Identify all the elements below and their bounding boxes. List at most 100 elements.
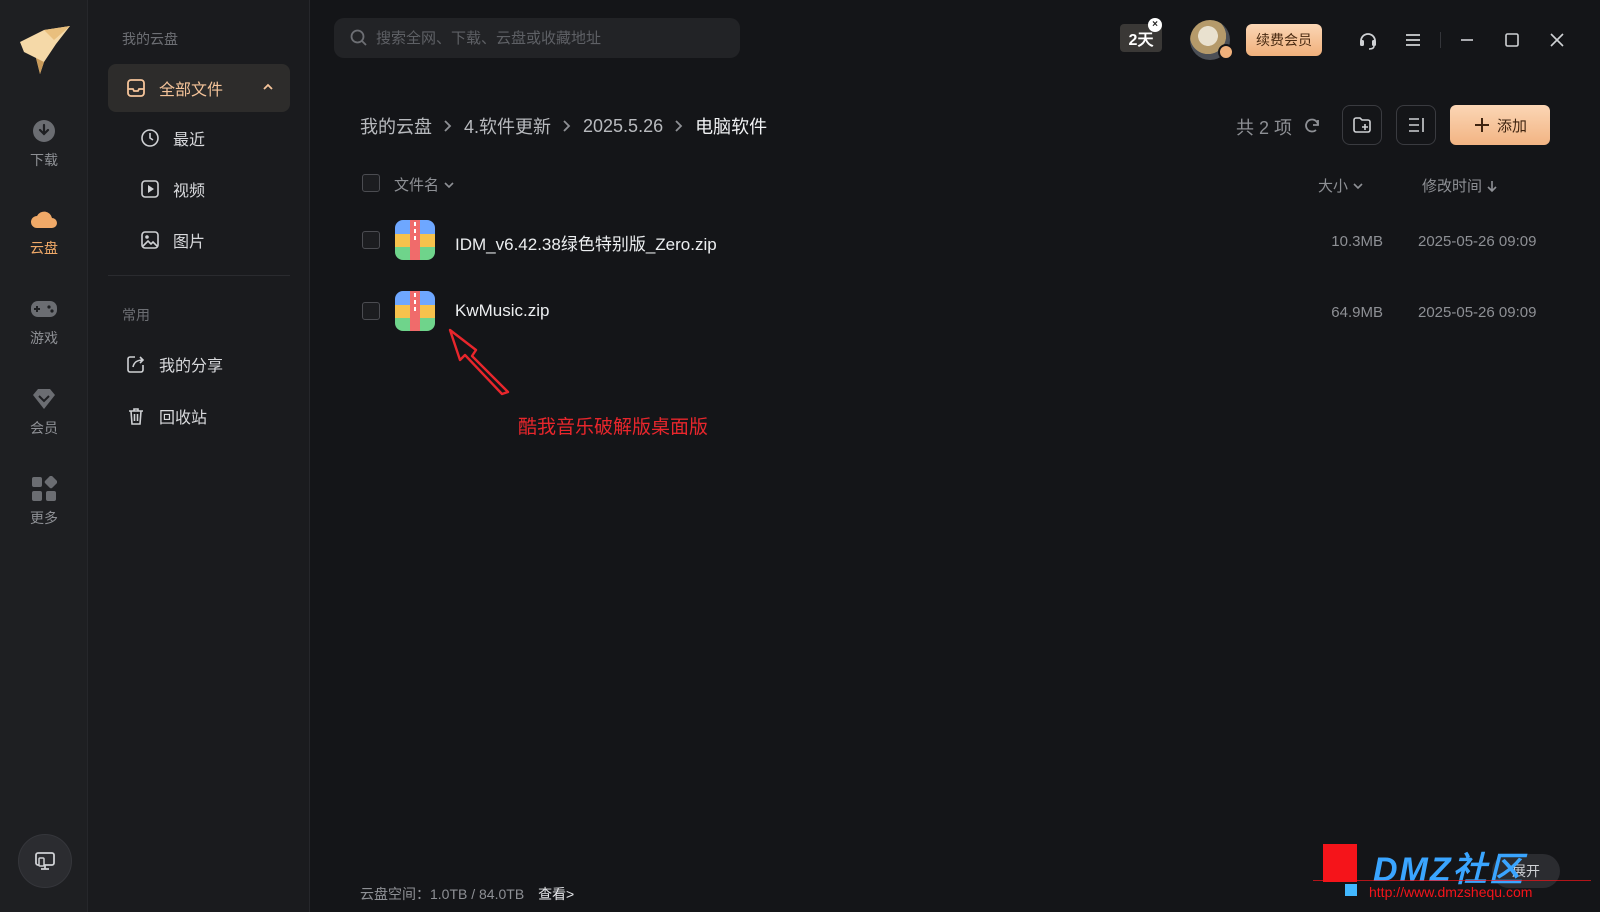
left-rail: 下载 云盘 游戏 会员 更多 — [0, 0, 88, 912]
minimize-icon — [1461, 39, 1473, 41]
maximize-button[interactable] — [1500, 28, 1524, 52]
item-count: 共 2 项 — [1236, 118, 1293, 138]
sort-view-button[interactable] — [1396, 105, 1436, 145]
chevron-right-icon — [674, 119, 684, 133]
nav-item-label: 图片 — [173, 234, 206, 251]
download-icon — [29, 116, 59, 146]
nav-divider — [108, 275, 290, 276]
minimize-button[interactable] — [1455, 28, 1479, 52]
vip-badge-icon — [1218, 44, 1234, 60]
annotation-arrow-icon — [448, 328, 510, 396]
file-modified: 2025-05-26 09:09 — [1418, 304, 1537, 321]
rail-label: 云盘 — [30, 240, 58, 256]
clock-icon — [139, 127, 161, 149]
annotation-text: 酷我音乐破解版桌面版 — [518, 417, 709, 438]
app-logo-icon — [20, 26, 70, 74]
watermark-logo-red — [1323, 844, 1357, 882]
view-storage-link[interactable]: 查看> — [538, 886, 574, 902]
nav-item-video[interactable]: 视频 — [108, 165, 290, 213]
nav-item-all-files[interactable]: 全部文件 — [108, 64, 290, 112]
image-icon — [139, 229, 161, 251]
chevron-down-icon — [444, 181, 454, 188]
breadcrumb-current: 电脑软件 — [695, 117, 768, 137]
chevron-up-icon — [263, 83, 273, 90]
section-title-cloud: 我的云盘 — [122, 31, 178, 47]
column-header-label: 大小 — [1318, 178, 1349, 195]
row-checkbox[interactable] — [362, 302, 380, 320]
breadcrumb-item[interactable]: 4.软件更新 — [464, 113, 551, 139]
diamond-icon — [29, 384, 59, 414]
list-sort-icon — [1409, 118, 1424, 132]
watermark-url: http://www.dmzshequ.com — [1369, 884, 1533, 900]
select-all-checkbox[interactable] — [362, 174, 380, 192]
chevron-down-icon — [1353, 182, 1363, 189]
plus-icon — [1474, 118, 1489, 132]
nav-item-label: 最近 — [173, 132, 206, 149]
file-name[interactable]: KwMusic.zip — [455, 301, 549, 321]
nav-item-label: 回收站 — [159, 410, 208, 427]
refresh-icon[interactable] — [1302, 116, 1322, 136]
file-size: 64.9MB — [1331, 304, 1383, 321]
watermark: DMZ社区 http://www.dmzshequ.com — [1313, 844, 1591, 906]
nav-item-recent[interactable]: 最近 — [108, 114, 290, 162]
close-icon[interactable]: × — [1148, 18, 1162, 32]
breadcrumb-item[interactable]: 我的云盘 — [360, 113, 432, 139]
nav-item-label: 全部文件 — [159, 82, 224, 99]
search-box[interactable] — [334, 18, 740, 58]
watermark-logo-blue — [1345, 884, 1357, 896]
nav-item-images[interactable]: 图片 — [108, 216, 290, 264]
rail-label: 会员 — [30, 420, 58, 436]
close-window-button[interactable] — [1545, 28, 1569, 52]
rail-item-games[interactable]: 游戏 — [0, 294, 88, 364]
chevron-right-icon — [443, 119, 453, 133]
rail-item-vip[interactable]: 会员 — [0, 384, 88, 454]
device-switch-button[interactable] — [18, 834, 72, 888]
file-modified: 2025-05-26 09:09 — [1418, 233, 1537, 250]
file-name[interactable]: IDM_v6.42.38绿色特别版_Zero.zip — [455, 230, 717, 255]
renew-vip-button[interactable]: 续费会员 — [1246, 24, 1322, 56]
storage-footer: 云盘空间：1.0TB / 84.0TB 查看> — [360, 884, 574, 904]
maximize-icon — [1505, 33, 1519, 47]
share-icon — [125, 353, 147, 375]
nav-item-label: 视频 — [173, 183, 206, 200]
add-button-label: 添加 — [1496, 117, 1527, 135]
rail-label: 更多 — [30, 510, 58, 526]
column-header-name[interactable]: 文件名 — [394, 174, 456, 195]
breadcrumb-item[interactable]: 2025.5.26 — [583, 116, 663, 137]
nav-panel: 我的云盘 全部文件 最近 视频 图片 常用 我的分享 回收站 — [88, 0, 310, 912]
nav-item-my-share[interactable]: 我的分享 — [108, 340, 290, 388]
app-window: 下载 云盘 游戏 会员 更多 我的云盘 全部文件 最近 视频 图片 常用 我的分… — [0, 0, 1600, 912]
new-folder-button[interactable] — [1342, 105, 1382, 145]
hamburger-menu-icon — [1406, 34, 1420, 46]
rail-item-more[interactable]: 更多 — [0, 474, 88, 544]
file-size: 10.3MB — [1331, 233, 1383, 250]
menu-button[interactable] — [1401, 28, 1425, 52]
toolbar-divider — [1440, 32, 1441, 48]
nav-item-recycle-bin[interactable]: 回收站 — [108, 392, 290, 440]
section-title-common: 常用 — [122, 307, 150, 323]
zip-archive-icon — [395, 220, 435, 260]
inbox-icon — [125, 77, 147, 99]
close-icon — [1550, 33, 1564, 47]
trash-icon — [125, 405, 147, 427]
rail-item-cloud[interactable]: 云盘 — [0, 204, 88, 274]
support-button[interactable] — [1356, 28, 1380, 52]
search-input[interactable] — [376, 29, 716, 47]
rail-label: 游戏 — [30, 330, 58, 346]
rail-item-download[interactable]: 下载 — [0, 116, 88, 186]
zip-archive-icon — [395, 291, 435, 331]
headset-icon — [1360, 33, 1376, 50]
apps-icon — [29, 474, 59, 504]
column-header-modified[interactable]: 修改时间 — [1422, 175, 1499, 196]
watermark-line — [1313, 880, 1591, 881]
monitor-icon — [35, 852, 55, 870]
folder-plus-icon — [1353, 117, 1371, 133]
nav-item-label: 我的分享 — [159, 358, 224, 375]
rail-label: 下载 — [30, 152, 58, 168]
row-checkbox[interactable] — [362, 231, 380, 249]
column-header-label: 修改时间 — [1422, 178, 1483, 195]
column-header-label: 文件名 — [394, 177, 440, 194]
search-icon — [350, 29, 367, 46]
column-header-size[interactable]: 大小 — [1318, 175, 1365, 196]
add-button[interactable]: 添加 — [1450, 105, 1550, 145]
